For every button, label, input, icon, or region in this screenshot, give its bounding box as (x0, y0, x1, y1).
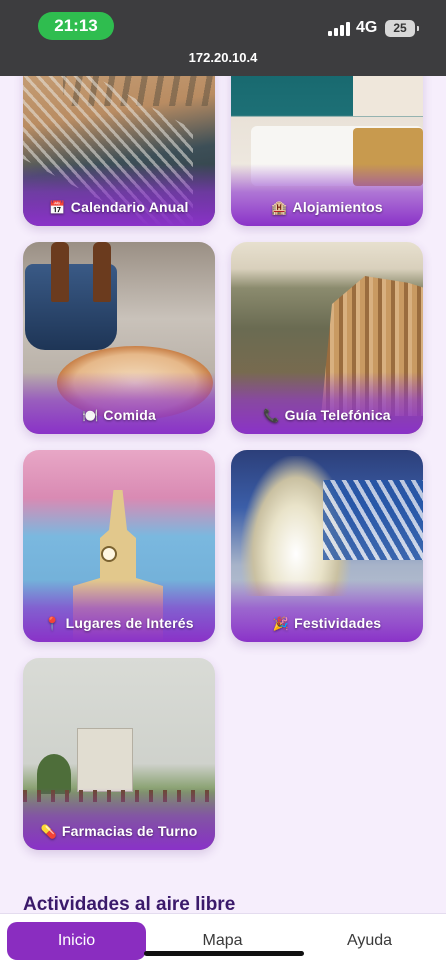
card-calendario-anual[interactable]: 📅 Calendario Anual (23, 56, 215, 226)
hotel-icon: 🏨 (271, 200, 288, 215)
plate-icon: 🍽️ (82, 408, 99, 423)
card-guia-telefonica[interactable]: 📞 Guía Telefónica (231, 242, 423, 434)
pill-icon: 💊 (40, 824, 57, 839)
card-label: Guía Telefónica (284, 407, 391, 423)
address-bar[interactable]: 172.20.10.4 (0, 50, 446, 65)
card-alojamientos[interactable]: 🏨 Alojamientos (231, 56, 423, 226)
home-indicator[interactable] (144, 951, 304, 956)
tab-inicio[interactable]: Inicio (7, 922, 146, 960)
card-label: Farmacias de Turno (61, 823, 198, 839)
bottom-nav: Inicio Mapa Ayuda (0, 913, 446, 967)
card-comida[interactable]: 🍽️ Comida (23, 242, 215, 434)
party-icon: 🎉 (272, 616, 290, 631)
signal-icon (328, 22, 350, 36)
network-type: 4G (356, 19, 378, 36)
card-label: Festividades (294, 615, 382, 631)
card-festividades[interactable]: 🎉 Festividades (231, 450, 423, 642)
tab-ayuda[interactable]: Ayuda (300, 922, 439, 960)
phone-icon: 📞 (263, 408, 280, 423)
card-label: Lugares de Interés (65, 615, 194, 631)
card-label: Alojamientos (292, 199, 383, 215)
card-label: Calendario Anual (70, 199, 189, 215)
calendar-icon: 📅 (49, 200, 66, 215)
battery-icon: 25 (385, 20, 419, 37)
card-lugares-de-interes[interactable]: 📍 Lugares de Interés (23, 450, 215, 642)
card-label: Comida (103, 407, 156, 423)
pin-icon: 📍 (44, 616, 61, 631)
card-farmacias-de-turno[interactable]: 💊 Farmacias de Turno (23, 658, 215, 850)
status-time: 21:13 (38, 12, 114, 40)
status-bar: 21:13 4G 25 172.20.10.4 (0, 0, 446, 76)
